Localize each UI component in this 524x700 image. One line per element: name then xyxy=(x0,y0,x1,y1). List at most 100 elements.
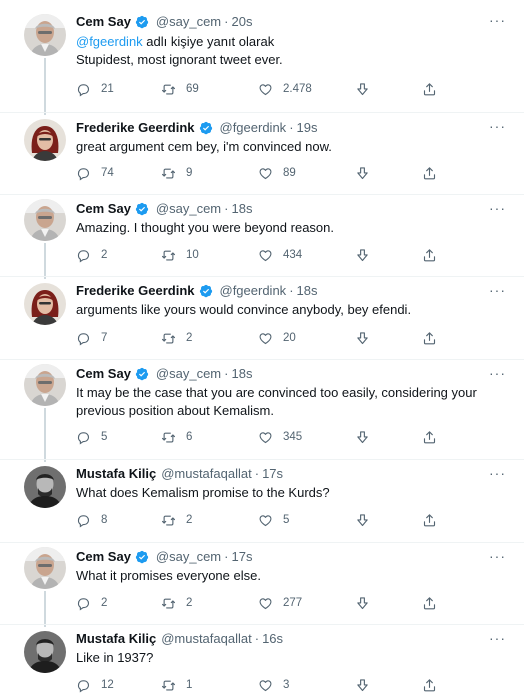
avatar[interactable] xyxy=(24,14,66,56)
like-button[interactable]: 434 xyxy=(258,248,302,263)
author-name[interactable]: Frederike Geerdink xyxy=(76,120,195,135)
tweet[interactable]: Frederike Geerdink @fgeerdink · 18s ··· … xyxy=(0,277,524,360)
retweet-button[interactable]: 10 xyxy=(161,248,199,263)
likes-count: 20 xyxy=(283,332,296,344)
share-button[interactable] xyxy=(422,331,437,346)
retweet-button[interactable]: 9 xyxy=(161,166,192,181)
share-button[interactable] xyxy=(422,166,437,181)
downvote-button[interactable] xyxy=(355,596,370,611)
downvote-button[interactable] xyxy=(355,248,370,263)
avatar[interactable] xyxy=(24,199,66,241)
retweet-button[interactable]: 1 xyxy=(161,678,192,693)
author-handle[interactable]: @say_cem xyxy=(156,14,221,29)
downvote-button[interactable] xyxy=(355,678,370,693)
author-name[interactable]: Cem Say xyxy=(76,14,131,29)
author-handle[interactable]: @fgeerdink xyxy=(220,120,287,135)
tweet-time[interactable]: 17s xyxy=(262,466,283,481)
like-button[interactable]: 277 xyxy=(258,596,302,611)
downvote-button[interactable] xyxy=(355,331,370,346)
author-name[interactable]: Mustafa Kiliç xyxy=(76,631,156,646)
more-icon[interactable]: ··· xyxy=(489,118,506,134)
share-button[interactable] xyxy=(422,430,437,445)
like-button[interactable]: 5 xyxy=(258,513,289,528)
tweet-time[interactable]: 19s xyxy=(297,120,318,135)
downvote-button[interactable] xyxy=(355,166,370,181)
more-icon[interactable]: ··· xyxy=(489,282,506,298)
tweet[interactable]: Mustafa Kiliç @mustafaqallat · 16s ··· L… xyxy=(0,625,524,700)
tweet-time[interactable]: 16s xyxy=(262,631,283,646)
author-handle[interactable]: @mustafaqallat xyxy=(161,631,252,646)
avatar[interactable] xyxy=(24,631,66,673)
tweet[interactable]: Frederike Geerdink @fgeerdink · 19s ··· … xyxy=(0,113,524,195)
tweet-time[interactable]: 17s xyxy=(231,549,252,564)
share-button[interactable] xyxy=(422,82,437,97)
author-handle[interactable]: @mustafaqallat xyxy=(161,466,252,481)
more-icon[interactable]: ··· xyxy=(489,365,506,381)
like-button[interactable]: 2.478 xyxy=(258,82,312,97)
tweet[interactable]: Cem Say @say_cem · 18s ··· It may be the… xyxy=(0,360,524,462)
tweet[interactable]: Mustafa Kiliç @mustafaqallat · 17s ··· W… xyxy=(0,460,524,543)
like-button[interactable]: 20 xyxy=(258,331,296,346)
like-icon xyxy=(258,430,273,445)
retweet-button[interactable]: 69 xyxy=(161,82,199,97)
retweet-button[interactable]: 2 xyxy=(161,513,192,528)
like-button[interactable]: 345 xyxy=(258,430,302,445)
author-handle[interactable]: @say_cem xyxy=(156,201,221,216)
like-button[interactable]: 3 xyxy=(258,678,289,693)
author-name[interactable]: Cem Say xyxy=(76,366,131,381)
tweet-time[interactable]: 18s xyxy=(297,283,318,298)
more-icon[interactable]: ··· xyxy=(489,548,506,564)
separator-dot: · xyxy=(224,549,229,564)
tweet[interactable]: Cem Say @say_cem · 18s ··· Amazing. I th… xyxy=(0,195,524,279)
author-handle[interactable]: @fgeerdink xyxy=(220,283,287,298)
share-icon xyxy=(422,513,437,528)
tweet[interactable]: Cem Say @say_cem · 17s ··· What it promi… xyxy=(0,543,524,627)
reply-button[interactable]: 7 xyxy=(76,331,107,346)
tweet-time[interactable]: 18s xyxy=(231,201,252,216)
downvote-button[interactable] xyxy=(355,430,370,445)
retweets-count: 9 xyxy=(186,167,193,179)
avatar[interactable] xyxy=(24,364,66,406)
more-icon[interactable]: ··· xyxy=(489,630,506,646)
downvote-button[interactable] xyxy=(355,82,370,97)
reply-button[interactable]: 2 xyxy=(76,596,107,611)
reply-button[interactable]: 21 xyxy=(76,82,114,97)
downvote-button[interactable] xyxy=(355,513,370,528)
share-button[interactable] xyxy=(422,678,437,693)
tweet-header: Frederike Geerdink @fgeerdink · 19s xyxy=(76,120,318,135)
avatar[interactable] xyxy=(24,547,66,589)
more-icon[interactable]: ··· xyxy=(489,465,506,481)
tweet-time[interactable]: 20s xyxy=(231,14,252,29)
retweet-button[interactable]: 6 xyxy=(161,430,192,445)
avatar[interactable] xyxy=(24,466,66,508)
like-button[interactable]: 89 xyxy=(258,166,296,181)
reply-button[interactable]: 2 xyxy=(76,248,107,263)
avatar[interactable] xyxy=(24,283,66,325)
downvote-icon xyxy=(355,513,370,528)
share-button[interactable] xyxy=(422,596,437,611)
retweet-button[interactable]: 2 xyxy=(161,596,192,611)
replying-to-link[interactable]: @fgeerdink xyxy=(76,34,143,49)
reply-button[interactable]: 12 xyxy=(76,678,114,693)
more-icon[interactable]: ··· xyxy=(489,200,506,216)
reply-button[interactable]: 8 xyxy=(76,513,107,528)
share-icon xyxy=(422,331,437,346)
retweets-count: 2 xyxy=(186,514,193,526)
tweet[interactable]: Cem Say @say_cem · 20s ··· @fgeerdink ad… xyxy=(0,0,524,115)
author-name[interactable]: Frederike Geerdink xyxy=(76,283,195,298)
reply-button[interactable]: 74 xyxy=(76,166,114,181)
more-icon[interactable]: ··· xyxy=(489,12,506,28)
like-icon xyxy=(258,82,273,97)
tweet-header: Cem Say @say_cem · 17s xyxy=(76,549,252,564)
avatar[interactable] xyxy=(24,119,66,161)
reply-button[interactable]: 5 xyxy=(76,430,107,445)
retweet-button[interactable]: 2 xyxy=(161,331,192,346)
author-name[interactable]: Cem Say xyxy=(76,201,131,216)
author-handle[interactable]: @say_cem xyxy=(156,549,221,564)
share-button[interactable] xyxy=(422,513,437,528)
author-name[interactable]: Mustafa Kiliç xyxy=(76,466,156,481)
tweet-time[interactable]: 18s xyxy=(231,366,252,381)
share-button[interactable] xyxy=(422,248,437,263)
author-name[interactable]: Cem Say xyxy=(76,549,131,564)
author-handle[interactable]: @say_cem xyxy=(156,366,221,381)
